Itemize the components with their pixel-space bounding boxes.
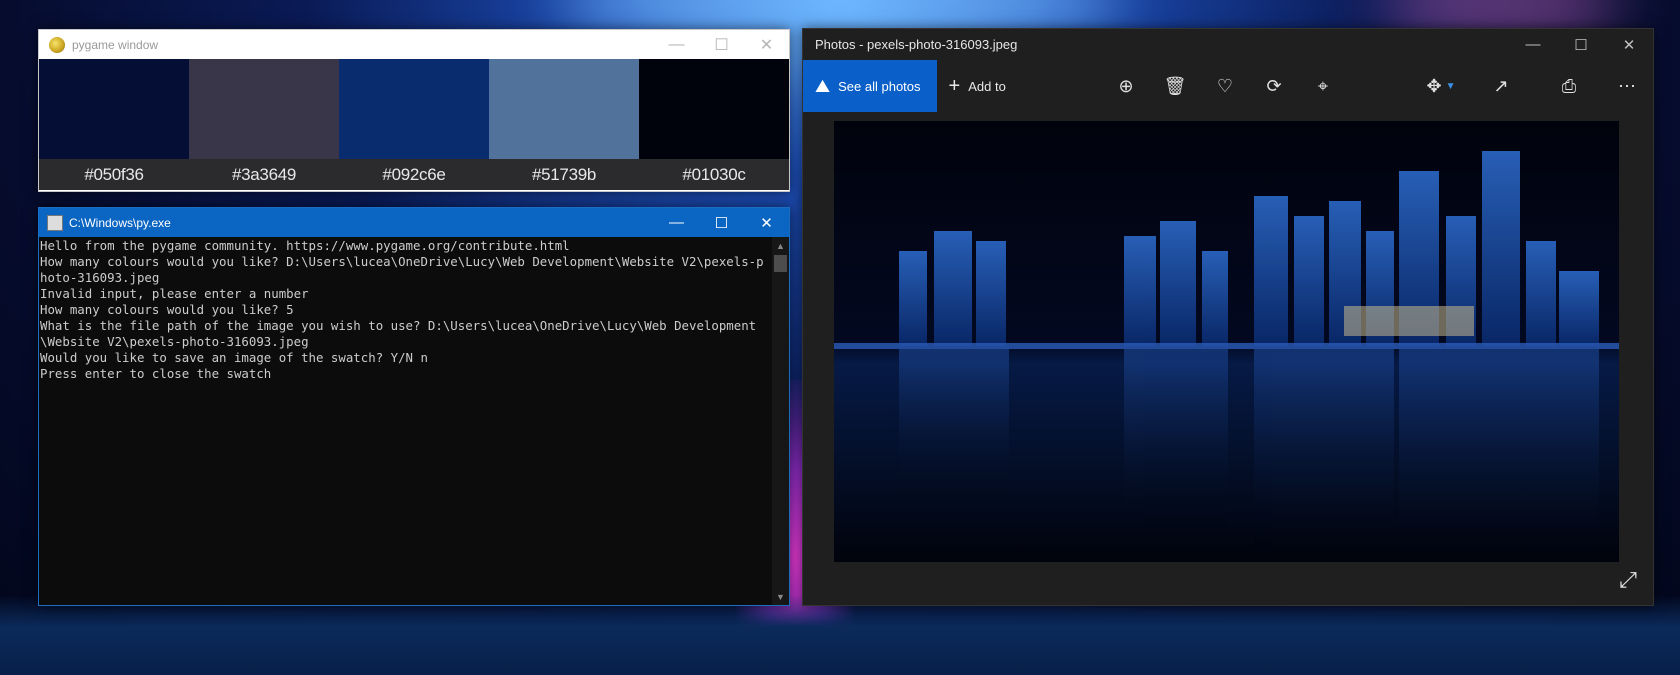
swatch-2: #3a3649 — [189, 59, 339, 190]
maximize-button[interactable]: ☐ — [699, 30, 744, 59]
photos-titlebar[interactable]: Photos - pexels-photo-316093.jpeg — ☐ ✕ — [803, 29, 1653, 60]
minimize-icon: — — [669, 214, 684, 231]
edit-create-icon: ✥ — [1426, 75, 1442, 96]
swatch-hex-label: #01030c — [639, 159, 789, 190]
console-output-area[interactable]: Hello from the pygame community. https:/… — [39, 237, 789, 605]
share-button[interactable]: ↗ — [1481, 60, 1521, 112]
minimize-button[interactable]: — — [654, 208, 699, 237]
swatch-1: #050f36 — [39, 59, 189, 190]
close-button[interactable]: ✕ — [1605, 29, 1653, 60]
crop-button[interactable]: ⌖ — [1303, 60, 1343, 112]
minimize-icon: — — [668, 35, 685, 53]
add-to-button[interactable]: + Add to — [949, 75, 1006, 98]
console-app-icon — [47, 214, 63, 231]
swatch-5: #01030c — [639, 59, 789, 190]
swatch-hex-label: #3a3649 — [189, 159, 339, 190]
pygame-window: pygame window — ☐ ✕ #050f36 #3a3649 #092… — [38, 29, 790, 192]
photo-viewer-image[interactable] — [834, 121, 1619, 562]
maximize-button[interactable]: ☐ — [1557, 29, 1605, 60]
close-icon: ✕ — [1622, 36, 1636, 54]
minimize-button[interactable]: — — [654, 30, 699, 59]
zoom-button[interactable]: ⊕ — [1106, 60, 1146, 112]
add-to-label: Add to — [968, 78, 1006, 94]
console-window-title: C:\Windows\py.exe — [69, 215, 171, 230]
swatch-4: #51739b — [489, 59, 639, 190]
scroll-up-icon[interactable]: ▲ — [772, 237, 789, 254]
console-window: C:\Windows\py.exe — ☐ ✕ Hello from the p… — [38, 207, 790, 606]
favorite-button[interactable]: ♡ — [1205, 60, 1245, 112]
city-skyline-night-image — [834, 121, 1619, 562]
see-all-photos-label: See all photos — [838, 78, 921, 94]
scroll-down-icon[interactable]: ▼ — [772, 588, 789, 605]
rotate-icon: ⟳ — [1266, 75, 1282, 96]
close-button[interactable]: ✕ — [744, 30, 789, 59]
delete-button[interactable]: 🗑 — [1155, 60, 1195, 112]
share-icon: ↗ — [1493, 75, 1509, 96]
heart-icon: ♡ — [1216, 75, 1234, 96]
rotate-button[interactable]: ⟳ — [1254, 60, 1294, 112]
plus-icon: + — [948, 74, 961, 97]
zoom-in-icon: ⊕ — [1118, 75, 1134, 96]
maximize-icon: ☐ — [1574, 36, 1588, 54]
swatch-color — [39, 59, 189, 159]
console-titlebar[interactable]: C:\Windows\py.exe — ☐ ✕ — [39, 208, 789, 237]
swatch-color — [489, 59, 639, 159]
console-output-text: Hello from the pygame community. https:/… — [40, 238, 764, 381]
maximize-icon: ☐ — [714, 214, 729, 232]
pygame-icon — [49, 36, 65, 53]
pygame-titlebar[interactable]: pygame window — ☐ ✕ — [39, 30, 789, 59]
swatch-color — [339, 59, 489, 159]
swatch-color — [639, 59, 789, 159]
photos-toolbar: ⛰ See all photos + Add to ⊕ 🗑 ♡ ⟳ ⌖ ✥ ▼ ↗… — [803, 60, 1653, 112]
fullscreen-button[interactable]: ⤢ — [1613, 565, 1643, 595]
close-button[interactable]: ✕ — [744, 208, 789, 237]
vertical-scrollbar[interactable]: ▲ ▼ — [772, 237, 789, 605]
color-swatch-strip: #050f36 #3a3649 #092c6e #51739b #01030c — [39, 59, 789, 190]
print-icon: ⎙ — [1561, 75, 1577, 96]
swatch-color — [189, 59, 339, 159]
photo-gallery-icon: ⛰ — [815, 75, 831, 96]
see-all-photos-button[interactable]: ⛰ See all photos — [803, 60, 937, 112]
photos-window: Photos - pexels-photo-316093.jpeg — ☐ ✕ … — [802, 28, 1654, 606]
swatch-hex-label: #050f36 — [39, 159, 189, 190]
minimize-button[interactable]: — — [1509, 29, 1557, 60]
close-icon: ✕ — [760, 214, 773, 232]
maximize-button[interactable]: ☐ — [699, 208, 744, 237]
photos-window-title: Photos - pexels-photo-316093.jpeg — [815, 37, 1018, 52]
delete-icon: 🗑 — [1163, 75, 1187, 96]
swatch-hex-label: #51739b — [489, 159, 639, 190]
chevron-down-icon: ▼ — [1445, 80, 1456, 92]
edit-create-button[interactable]: ✥ ▼ — [1413, 60, 1469, 112]
swatch-3: #092c6e — [339, 59, 489, 190]
minimize-icon: — — [1525, 36, 1541, 53]
scrollbar-thumb[interactable] — [774, 255, 787, 272]
expand-icon: ⤢ — [1619, 567, 1637, 592]
more-button[interactable]: ⋯ — [1607, 60, 1647, 112]
print-button[interactable]: ⎙ — [1549, 60, 1589, 112]
swatch-hex-label: #092c6e — [339, 159, 489, 190]
pygame-window-title: pygame window — [72, 37, 159, 52]
close-icon: ✕ — [759, 36, 774, 54]
maximize-icon: ☐ — [714, 36, 729, 54]
crop-icon: ⌖ — [1317, 75, 1329, 96]
more-icon: ⋯ — [1618, 75, 1636, 96]
